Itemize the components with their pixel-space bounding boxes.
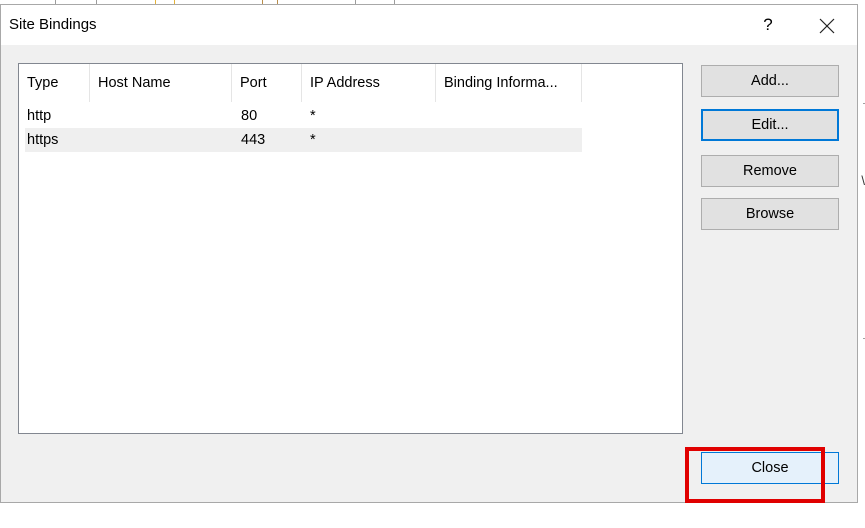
site-bindings-dialog: Site Bindings ? Type Host Name Port IP A…	[0, 4, 858, 503]
close-icon	[819, 18, 835, 34]
column-header-binding-information[interactable]: Binding Informa...	[436, 64, 582, 102]
cell-type: https	[27, 132, 59, 148]
list-header: Type Host Name Port IP Address Binding I…	[19, 64, 682, 102]
cell-port: 443	[241, 132, 266, 148]
title-bar: Site Bindings ?	[1, 5, 857, 45]
column-header-type[interactable]: Type	[19, 64, 90, 102]
dialog-title: Site Bindings	[9, 16, 97, 33]
close-window-button[interactable]	[807, 10, 847, 40]
table-row[interactable]: https 443 *	[25, 128, 582, 152]
cell-port: 80	[241, 108, 258, 124]
background-glyph: \	[861, 173, 865, 188]
add-button[interactable]: Add...	[701, 65, 839, 97]
highlight-box	[685, 447, 825, 503]
column-header-host-name[interactable]: Host Name	[90, 64, 232, 102]
cell-ip-address: *	[310, 108, 316, 124]
help-button[interactable]: ?	[753, 10, 783, 40]
edit-button[interactable]: Edit...	[701, 109, 839, 141]
cell-ip-address: *	[310, 132, 316, 148]
bindings-list[interactable]: Type Host Name Port IP Address Binding I…	[18, 63, 683, 434]
column-header-port[interactable]: Port	[232, 64, 302, 102]
column-header-ip-address[interactable]: IP Address	[302, 64, 436, 102]
browse-button[interactable]: Browse	[701, 198, 839, 230]
cell-type: http	[27, 108, 52, 124]
table-row[interactable]: http 80 *	[25, 104, 582, 128]
remove-button[interactable]: Remove	[701, 155, 839, 187]
